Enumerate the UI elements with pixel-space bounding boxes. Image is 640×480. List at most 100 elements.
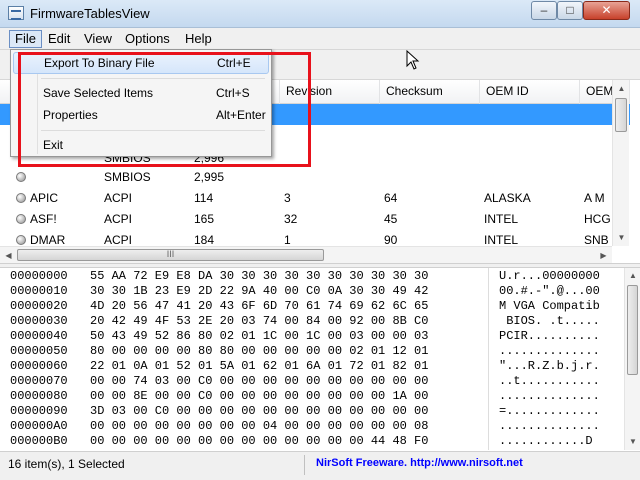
cell-name: APIC bbox=[30, 191, 59, 205]
status-bar: 16 item(s), 1 Selected NirSoft Freeware.… bbox=[0, 451, 640, 480]
menu-options[interactable]: Options bbox=[120, 30, 175, 48]
menu-help[interactable]: Help bbox=[180, 30, 217, 48]
hex-line: 00000050 80 00 00 00 00 80 80 00 00 00 00… bbox=[0, 344, 624, 358]
table-icon bbox=[16, 214, 26, 224]
hex-line: 000000B0 00 00 00 00 00 00 00 00 00 00 00… bbox=[0, 434, 624, 448]
cell-oem-id: INTEL bbox=[484, 233, 519, 246]
scroll-left-icon[interactable]: ◀ bbox=[0, 247, 17, 264]
cell-length: 114 bbox=[194, 191, 214, 205]
cell-checksum: 45 bbox=[384, 212, 398, 226]
hex-offset: 00000020 bbox=[10, 299, 68, 313]
table-icon bbox=[16, 193, 26, 203]
menu-view[interactable]: View bbox=[79, 30, 117, 48]
table-row[interactable]: APIC ACPI 114 3 64 ALASKA A M bbox=[0, 188, 630, 209]
hex-line: 00000090 3D 03 00 C0 00 00 00 00 00 00 00… bbox=[0, 404, 624, 418]
hex-ascii: "...R.Z.b.j.r. bbox=[499, 359, 600, 373]
cell-checksum: 90 bbox=[384, 233, 398, 246]
cell-revision: 32 bbox=[284, 212, 298, 226]
table-row[interactable]: DMAR ACPI 184 1 90 INTEL SNB bbox=[0, 230, 630, 246]
hex-line: 00000020 4D 20 56 47 41 20 43 6F 6D 70 61… bbox=[0, 299, 624, 313]
hex-dump-view[interactable]: 00000000 55 AA 72 E9 E8 DA 30 30 30 30 30… bbox=[0, 268, 624, 450]
hex-offset: 00000010 bbox=[10, 284, 68, 298]
menu-edit[interactable]: Edit bbox=[43, 30, 75, 48]
hex-bytes: 55 AA 72 E9 E8 DA 30 30 30 30 30 30 30 3… bbox=[90, 269, 429, 283]
hex-offset: 00000080 bbox=[10, 389, 68, 403]
hex-ascii: .............. bbox=[499, 389, 600, 403]
hex-bytes: 00 00 74 03 00 C0 00 00 00 00 00 00 00 0… bbox=[90, 374, 429, 388]
hex-ascii: BIOS. .t..... bbox=[499, 314, 600, 328]
hex-offset: 00000000 bbox=[10, 269, 68, 283]
scroll-down-icon[interactable]: ▼ bbox=[613, 229, 630, 246]
hex-bytes: 3D 03 00 C0 00 00 00 00 00 00 00 00 00 0… bbox=[90, 404, 429, 418]
hex-bytes: 22 01 0A 01 52 01 5A 01 62 01 6A 01 72 0… bbox=[90, 359, 429, 373]
menu-bar: File Edit View Options Help bbox=[0, 28, 640, 50]
hex-offset: 00000040 bbox=[10, 329, 68, 343]
hex-line: 00000010 30 30 1B 23 E9 2D 22 9A 40 00 C0… bbox=[0, 284, 624, 298]
hex-ascii: M VGA Compatib bbox=[499, 299, 600, 313]
cell-length: 165 bbox=[194, 212, 215, 226]
column-header-oem-id[interactable]: OEM ID bbox=[480, 80, 580, 104]
table-icon bbox=[16, 172, 26, 182]
cell-oem: A M bbox=[584, 191, 605, 205]
hex-bytes: 00 00 00 00 00 00 00 00 04 00 00 00 00 0… bbox=[90, 419, 429, 433]
status-divider bbox=[304, 455, 305, 475]
nirsoft-link[interactable]: NirSoft Freeware. http://www.nirsoft.net bbox=[316, 457, 523, 469]
hex-line: 00000030 20 42 49 4F 53 2E 20 03 74 00 84… bbox=[0, 314, 624, 328]
scroll-thumb[interactable] bbox=[627, 285, 638, 375]
window-title: FirmwareTablesView bbox=[30, 6, 150, 21]
cell-oem: SNB bbox=[584, 233, 609, 246]
scroll-up-icon[interactable]: ▲ bbox=[625, 268, 640, 284]
cell-oem: HCG bbox=[584, 212, 611, 226]
scroll-down-icon[interactable]: ▼ bbox=[625, 434, 640, 450]
hex-offset: 000000A0 bbox=[10, 419, 68, 433]
cell-name: DMAR bbox=[30, 233, 66, 246]
app-icon bbox=[8, 6, 24, 20]
scroll-thumb[interactable]: III bbox=[17, 249, 324, 261]
cell-provider: SMBIOS bbox=[104, 170, 151, 184]
cell-provider: ACPI bbox=[104, 233, 133, 246]
table-row[interactable]: SMBIOS 2,995 bbox=[0, 167, 630, 188]
scroll-right-icon[interactable]: ▶ bbox=[595, 247, 612, 264]
hex-ascii: =............. bbox=[499, 404, 600, 418]
mouse-cursor-icon bbox=[406, 50, 420, 70]
cell-provider: ACPI bbox=[104, 191, 133, 205]
hex-offset: 00000090 bbox=[10, 404, 68, 418]
hex-ascii: ............D bbox=[499, 434, 593, 448]
close-button[interactable]: ✕ bbox=[583, 1, 630, 20]
hex-vertical-scrollbar[interactable]: ▲ ▼ bbox=[624, 268, 640, 450]
cell-checksum: 64 bbox=[384, 191, 398, 205]
hex-line: 000000A0 00 00 00 00 00 00 00 00 04 00 00… bbox=[0, 419, 624, 433]
cell-length: 2,995 bbox=[194, 170, 225, 184]
minimize-button[interactable]: – bbox=[531, 1, 557, 20]
title-bar: FirmwareTablesView – □ ✕ bbox=[0, 0, 640, 28]
highlight-box bbox=[18, 52, 311, 167]
hex-line: 00000080 00 00 8E 00 00 C0 00 00 00 00 00… bbox=[0, 389, 624, 403]
hex-offset: 000000B0 bbox=[10, 434, 68, 448]
list-vertical-scrollbar[interactable]: ▲ ▼ bbox=[612, 80, 629, 246]
list-horizontal-scrollbar[interactable]: ◀ III ▶ bbox=[0, 246, 612, 263]
hex-line: 00000060 22 01 0A 01 52 01 5A 01 62 01 6A… bbox=[0, 359, 624, 373]
table-icon bbox=[16, 235, 26, 245]
hex-bytes: 50 43 49 52 86 80 02 01 1C 00 1C 00 03 0… bbox=[90, 329, 429, 343]
scroll-up-icon[interactable]: ▲ bbox=[613, 80, 630, 97]
hex-offset: 00000070 bbox=[10, 374, 68, 388]
hex-offset: 00000030 bbox=[10, 314, 68, 328]
hex-offset: 00000060 bbox=[10, 359, 68, 373]
table-row[interactable]: ASF! ACPI 165 32 45 INTEL HCG bbox=[0, 209, 630, 230]
hex-ascii: PCIR.......... bbox=[499, 329, 600, 343]
column-header-checksum[interactable]: Checksum bbox=[380, 80, 480, 104]
scroll-thumb[interactable] bbox=[615, 98, 627, 132]
cell-revision: 1 bbox=[284, 233, 291, 246]
hex-bytes: 20 42 49 4F 53 2E 20 03 74 00 84 00 92 0… bbox=[90, 314, 429, 328]
cell-length: 184 bbox=[194, 233, 215, 246]
cell-oem-id: ALASKA bbox=[484, 191, 531, 205]
hex-bytes: 4D 20 56 47 41 20 43 6F 6D 70 61 74 69 6… bbox=[90, 299, 429, 313]
hex-line: 00000000 55 AA 72 E9 E8 DA 30 30 30 30 30… bbox=[0, 269, 624, 283]
hex-bytes: 30 30 1B 23 E9 2D 22 9A 40 00 C0 0A 30 3… bbox=[90, 284, 429, 298]
hex-offset: 00000050 bbox=[10, 344, 68, 358]
menu-file[interactable]: File bbox=[9, 30, 42, 48]
cell-revision: 3 bbox=[284, 191, 291, 205]
status-item-count: 16 item(s), 1 Selected bbox=[8, 457, 125, 471]
maximize-button[interactable]: □ bbox=[557, 1, 583, 20]
hex-ascii: ..t........... bbox=[499, 374, 600, 388]
